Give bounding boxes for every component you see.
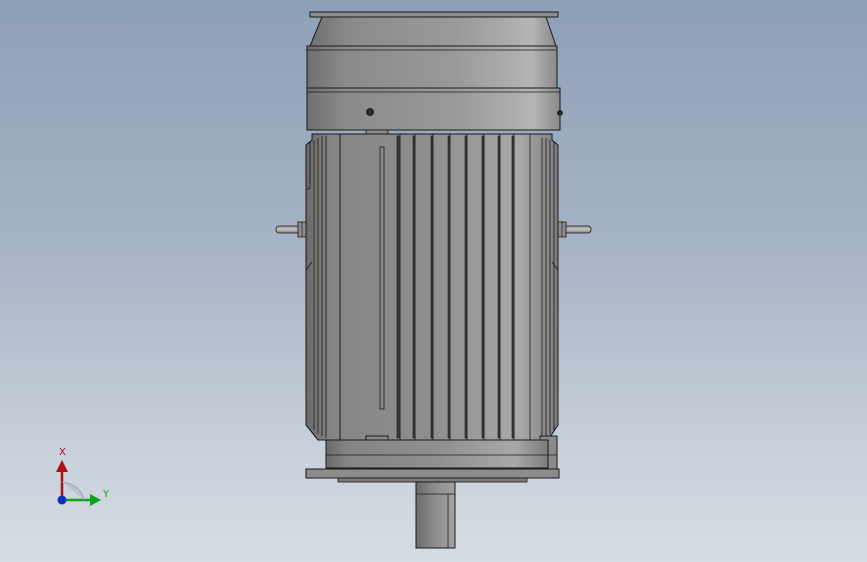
x-axis-label: X: [59, 447, 66, 458]
x-axis-arrowhead: [56, 460, 68, 472]
y-axis-label: Y: [102, 489, 110, 500]
z-axis-dot: [57, 495, 67, 505]
left-lifting-stud[interactable]: [275, 221, 307, 238]
screw-icon: [366, 108, 374, 116]
motor-housing[interactable]: [305, 133, 559, 470]
y-axis-arrowhead: [90, 494, 101, 506]
cad-viewport[interactable]: X Y: [0, 0, 867, 562]
axis-triad: X Y: [56, 447, 110, 506]
mounting-flange[interactable]: [305, 468, 560, 483]
motor-model[interactable]: X Y: [0, 0, 867, 562]
fan-cover[interactable]: [306, 11, 563, 136]
screw-icon: [557, 110, 563, 116]
right-lifting-stud[interactable]: [557, 221, 592, 238]
motor-shaft[interactable]: [415, 481, 456, 549]
